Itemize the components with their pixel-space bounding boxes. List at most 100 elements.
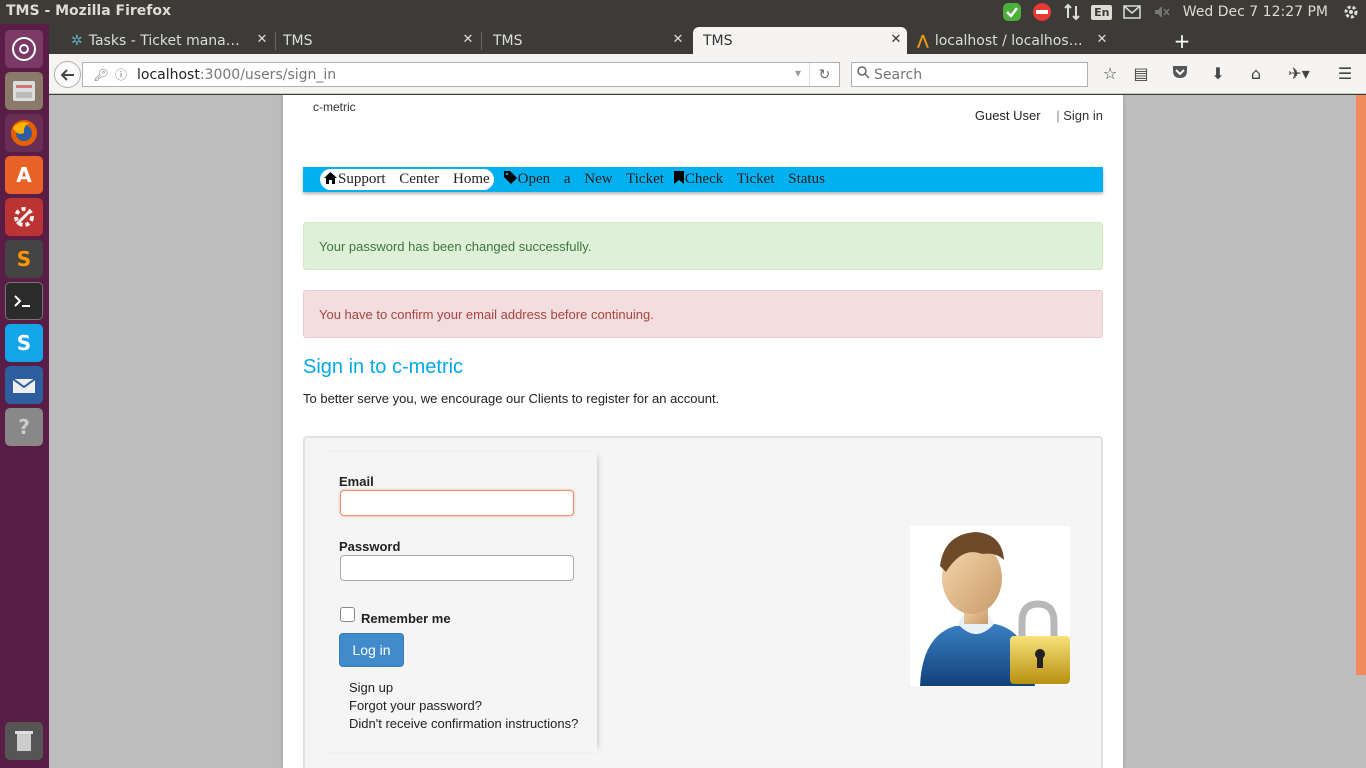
search-bar[interactable]	[851, 62, 1088, 87]
tab-tasks[interactable]: ✲ Tasks - Ticket mana… ✕	[61, 27, 273, 54]
system-tray: En Wed Dec 7 12:27 PM	[997, 0, 1366, 24]
pocket-icon[interactable]	[1169, 64, 1191, 84]
download-arrow-icon[interactable]: ⬇	[1207, 64, 1229, 84]
hamburger-menu-icon[interactable]: ☰	[1334, 64, 1356, 84]
tab-close-icon[interactable]: ✕	[461, 32, 475, 48]
trash-icon[interactable]	[5, 722, 43, 760]
nav-label: Open a New Ticket	[517, 171, 664, 187]
sign-in-panel: Email Password Remember me Log in Sign u…	[303, 436, 1103, 768]
error-alert: You have to confirm your email address b…	[303, 290, 1103, 338]
reading-list-icon[interactable]: ▤	[1130, 64, 1152, 84]
password-label: Password	[339, 539, 401, 554]
page-scrollbar[interactable]	[1356, 95, 1366, 675]
tab-favicon-gear-icon: ✲	[71, 32, 83, 49]
tab-label: TMS	[493, 32, 523, 49]
no-entry-icon[interactable]	[1029, 0, 1055, 24]
dash-home-icon[interactable]	[5, 30, 43, 68]
keyboard-layout-indicator[interactable]: En	[1089, 0, 1115, 24]
search-input[interactable]	[874, 66, 1074, 83]
tab-tms-2[interactable]: TMS ✕	[483, 27, 689, 54]
password-field[interactable]	[340, 555, 574, 581]
extension-dropdown-icon[interactable]: ✈▾	[1281, 64, 1317, 84]
tab-close-icon[interactable]: ✕	[255, 32, 269, 48]
keyboard-layout-label: En	[1091, 4, 1113, 20]
browser-tab-strip: ✲ Tasks - Ticket mana… ✕ TMS ✕ TMS ✕ TMS…	[49, 24, 1366, 54]
tab-label: TMS	[283, 32, 313, 49]
tab-label: TMS	[703, 32, 733, 49]
thunderbird-icon[interactable]	[5, 366, 43, 404]
nav-check-ticket-status[interactable]: Check Ticket Status	[670, 169, 829, 190]
home-icon[interactable]: ⌂	[1245, 64, 1267, 84]
sign-in-link[interactable]: Sign in	[1063, 108, 1103, 123]
nav-support-center-home[interactable]: Support Center Home	[320, 169, 494, 190]
error-alert-text: You have to confirm your email address b…	[319, 306, 654, 322]
sign-in-form: Email Password Remember me Log in Sign u…	[319, 452, 597, 752]
tab-label: localhost / localhos…	[934, 32, 1083, 49]
sign-up-link[interactable]: Sign up	[349, 679, 578, 697]
url-bar[interactable]: 🔑︎ ⓘ localhost:3000/users/sign_in ▾ ↻	[82, 62, 840, 87]
forgot-password-link[interactable]: Forgot your password?	[349, 697, 578, 715]
sublime-text-icon[interactable]: S	[5, 240, 43, 278]
resend-confirmation-link[interactable]: Didn't receive confirmation instructions…	[349, 715, 578, 733]
info-icon[interactable]: ⓘ	[111, 66, 131, 83]
system-settings-icon[interactable]	[5, 198, 43, 236]
tab-tms-active[interactable]: TMS ✕	[693, 27, 907, 54]
url-dropdown-chevron-icon[interactable]: ▾	[795, 66, 801, 80]
key-icon[interactable]: 🔑︎	[91, 68, 111, 82]
nav-label: Check Ticket Status	[684, 171, 825, 187]
network-transfer-icon[interactable]	[1059, 0, 1085, 24]
tab-close-icon[interactable]: ✕	[1095, 32, 1109, 48]
os-top-panel: TMS - Mozilla Firefox En Wed Dec 7 12:27…	[0, 0, 1366, 24]
software-center-icon[interactable]: A	[5, 156, 43, 194]
success-alert-text: Your password has been changed successfu…	[319, 238, 592, 254]
url-host: localhost	[137, 66, 200, 83]
firefox-icon[interactable]	[5, 114, 43, 152]
terminal-icon[interactable]	[5, 282, 43, 320]
nav-open-new-ticket[interactable]: Open a New Ticket	[500, 169, 668, 190]
main-nav-bar: Support Center Home Open a New Ticket Ch…	[303, 167, 1103, 192]
tag-icon	[503, 171, 517, 188]
tab-phpmyadmin[interactable]: ⋀ localhost / localhos… ✕	[907, 27, 1113, 54]
tab-tms-1[interactable]: TMS ✕	[273, 27, 479, 54]
skype-icon[interactable]: S	[5, 324, 43, 362]
user-bar: Guest User | Sign in	[975, 108, 1103, 123]
remember-me-label[interactable]: Remember me	[361, 611, 451, 626]
page-container: c-metric Guest User | Sign in Support Ce…	[283, 95, 1123, 768]
guest-user-label: Guest User	[974, 108, 1041, 123]
unity-launcher: A S S ?	[0, 24, 49, 768]
update-ok-icon[interactable]	[999, 0, 1025, 24]
unknown-app-icon[interactable]: ?	[5, 408, 43, 446]
tab-close-icon[interactable]: ✕	[889, 32, 903, 48]
user-lock-icon	[920, 532, 1070, 686]
search-icon	[852, 66, 874, 83]
site-logo[interactable]: c-metric	[313, 100, 356, 114]
url-text: localhost:3000/users/sign_in	[137, 67, 336, 83]
tab-separator	[481, 32, 482, 50]
back-arrow-icon[interactable]	[54, 61, 81, 88]
clock[interactable]: Wed Dec 7 12:27 PM	[1183, 4, 1328, 20]
tab-favicon-pma-icon: ⋀	[917, 32, 929, 49]
email-field[interactable]	[340, 490, 574, 516]
page-viewport: c-metric Guest User | Sign in Support Ce…	[49, 95, 1366, 768]
volume-muted-icon[interactable]	[1149, 0, 1175, 24]
new-tab-plus-icon[interactable]: +	[1172, 29, 1192, 53]
user-lock-illustration	[910, 526, 1070, 686]
tab-close-icon[interactable]: ✕	[671, 32, 685, 48]
reload-icon[interactable]: ↻	[809, 63, 839, 86]
email-label: Email	[339, 474, 374, 489]
page-title: Sign in to c-metric	[303, 356, 464, 378]
window-title: TMS - Mozilla Firefox	[6, 3, 172, 19]
remember-me-checkbox[interactable]	[340, 607, 355, 622]
success-alert: Your password has been changed successfu…	[303, 222, 1103, 270]
url-path: :3000/users/sign_in	[199, 66, 337, 83]
user-bar-separator: |	[1056, 108, 1060, 123]
nav-label: Support Center Home	[338, 171, 490, 187]
log-in-button[interactable]: Log in	[339, 633, 404, 667]
bookmark-star-icon[interactable]: ☆	[1099, 64, 1121, 84]
bookmark-icon	[673, 171, 684, 188]
mail-icon[interactable]	[1119, 0, 1145, 24]
auth-links: Sign up Forgot your password? Didn't rec…	[349, 679, 578, 733]
browser-nav-bar: 🔑︎ ⓘ localhost:3000/users/sign_in ▾ ↻ ☆ …	[49, 54, 1366, 94]
files-icon[interactable]	[5, 72, 43, 110]
power-gear-icon[interactable]	[1338, 0, 1364, 24]
